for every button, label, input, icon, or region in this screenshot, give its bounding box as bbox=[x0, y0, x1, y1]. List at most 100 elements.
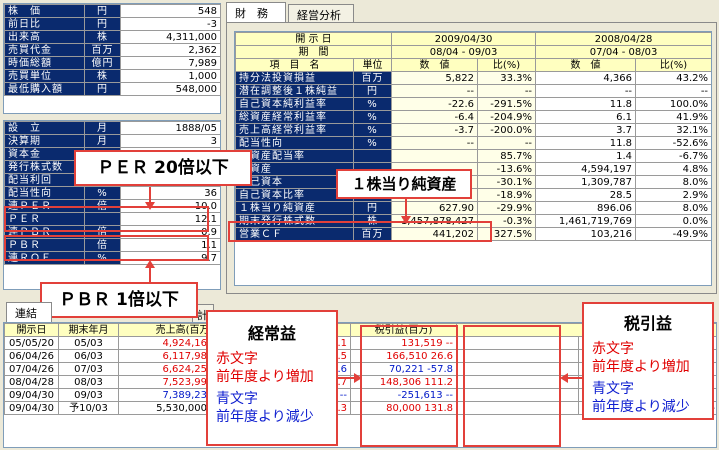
info-unit: % bbox=[84, 186, 121, 200]
finance-header-date: 開 示 日 2009/04/30 2008/04/28 bbox=[235, 32, 711, 46]
quote-row: 出来高株 4,311,000 bbox=[4, 30, 221, 44]
finance-header-period: 期 間 08/04 - 09/03 07/04 - 08/03 bbox=[235, 45, 711, 59]
quote-label: 売買単位 bbox=[4, 69, 85, 83]
quote-value: 548 bbox=[120, 4, 221, 18]
finance-ratio-1: -18.9% bbox=[477, 188, 537, 202]
finance-ratio-2: -- bbox=[635, 84, 711, 98]
finance-label: 純資産配当率 bbox=[235, 149, 354, 163]
quote-row: 最低購入額円 548,000 bbox=[4, 82, 221, 96]
info-value: 36 bbox=[120, 186, 220, 200]
hist-col-date: 開示日 bbox=[4, 323, 59, 337]
finance-row: 潜在調整後１株純益円 -- -- -- -- bbox=[235, 84, 711, 98]
quote-value: 548,000 bbox=[120, 82, 221, 96]
tab-finance[interactable]: 財 務 bbox=[226, 2, 286, 22]
finance-ratio-2: 2.9% bbox=[635, 188, 711, 202]
hist-date: 09/04/30 bbox=[4, 388, 59, 402]
tab-consolidated[interactable]: 連結 bbox=[6, 302, 52, 322]
finance-value-2: 4,594,197 bbox=[535, 162, 637, 176]
finance-row: 総資産 -13.6% 4,594,197 4.8% bbox=[235, 162, 711, 176]
finance-ratio-1: -13.6% bbox=[477, 162, 537, 176]
quote-value: 2,362 bbox=[120, 43, 221, 57]
finance-value-2: 4,366 bbox=[535, 71, 637, 85]
finance-label: 売上高経常利益率 bbox=[235, 123, 354, 137]
info-panel: 設 立月 1888/05 決算期月 3 資本金 発行株式数 配当利回 配当性向% 36 連ＰＥＲ 倍… bbox=[3, 120, 221, 290]
col-unit: 単位 bbox=[352, 58, 393, 72]
col-ratio-2: 比(%) bbox=[635, 58, 711, 72]
hist-sales: 6,117,98 bbox=[118, 349, 211, 363]
hist-date: 07/04/26 bbox=[4, 362, 59, 376]
hist-date: 09/04/30 bbox=[4, 401, 59, 415]
info-row: 決算期月 3 bbox=[4, 134, 220, 148]
quote-label: 売買代金 bbox=[4, 43, 85, 57]
finance-row: 売上高経常利益率% -3.7 -200.0% 3.7 32.1% bbox=[235, 123, 711, 137]
finance-unit: 百万 bbox=[352, 71, 393, 85]
quote-label: 株 価 bbox=[4, 4, 85, 18]
hist-date: 06/04/26 bbox=[4, 349, 59, 363]
quote-unit: 円 bbox=[84, 4, 121, 18]
quote-table: 株 価円 548 前日比円 -3 出来高株 4,311,000 売買代金 百万 2,362 時価総… bbox=[4, 4, 221, 96]
info-unit: 月 bbox=[84, 121, 121, 135]
finance-value-1: -22.6 bbox=[391, 97, 479, 111]
quote-value: 7,989 bbox=[120, 56, 221, 70]
info-label: 設 立 bbox=[4, 121, 85, 135]
finance-row: 持分法投資損益 百万 5,822 33.3% 4,366 43.2% bbox=[235, 71, 711, 85]
net-red-label: 赤文字 bbox=[592, 341, 634, 357]
finance-label: 潜在調整後１株純益 bbox=[235, 84, 354, 98]
finance-row: 自己資本比率%-18.9%28.52.9% bbox=[235, 188, 711, 202]
info-row: 設 立月 1888/05 bbox=[4, 121, 220, 135]
hist-sales: 5,530,000 bbox=[118, 401, 211, 415]
finance-ratio-2: -49.9% bbox=[635, 227, 711, 241]
finance-unit: % bbox=[352, 97, 393, 111]
info-label: 決算期 bbox=[4, 134, 85, 148]
finance-ratio-2: 8.0% bbox=[635, 201, 711, 215]
quote-row: 売買代金 百万 2,362 bbox=[4, 43, 221, 57]
finance-ratio-1: -204.9% bbox=[477, 110, 537, 124]
finance-row: 配当性向% -- -- 11.8 -52.6% bbox=[235, 136, 711, 150]
finance-unit: % bbox=[352, 123, 393, 137]
finance-label: 自己資本純利益率 bbox=[235, 97, 354, 111]
quote-row: 時価総額 億円 7,989 bbox=[4, 56, 221, 70]
quote-label: 前日比 bbox=[4, 17, 85, 31]
per-callout: ＰＥＲ 20倍以下 bbox=[74, 150, 252, 186]
net-highlight bbox=[463, 325, 561, 447]
info-row: 配当性向% 36 bbox=[4, 186, 220, 200]
quote-label: 最低購入額 bbox=[4, 82, 85, 96]
finance-row: 自己資本純利益率% -22.6 -291.5% 11.8 100.0% bbox=[235, 97, 711, 111]
finance-ratio-2: 41.9% bbox=[635, 110, 711, 124]
net-blue-label: 青文字 bbox=[592, 381, 634, 397]
tab-analysis[interactable]: 経営分析 bbox=[288, 4, 354, 22]
info-label: 配当利回 bbox=[4, 173, 85, 187]
hist-sales: 7,389,23 bbox=[118, 388, 211, 402]
ordinary-blue-desc: 前年度より減少 bbox=[216, 409, 314, 425]
finance-panel: 開 示 日 2009/04/30 2008/04/28 期 間 08/04 - 09/0… bbox=[226, 22, 717, 294]
finance-ratio-1: 33.3% bbox=[477, 71, 537, 85]
finance-ratio-2: 32.1% bbox=[635, 123, 711, 137]
finance-value-2: 11.8 bbox=[535, 136, 637, 150]
finance-ratio-1: -291.5% bbox=[477, 97, 537, 111]
header-date-2: 2008/04/28 bbox=[535, 32, 711, 46]
finance-unit bbox=[352, 149, 393, 163]
finance-ratio-1: -29.9% bbox=[477, 201, 537, 215]
col-value-1: 数 値 bbox=[391, 58, 479, 72]
pbr-callout: ＰＢＲ 1倍以下 bbox=[40, 282, 198, 318]
ordinary-blue-label: 青文字 bbox=[216, 391, 258, 407]
per-highlight bbox=[4, 206, 209, 232]
finance-value-1: -6.4 bbox=[391, 110, 479, 124]
info-label: 発行株式数 bbox=[4, 160, 85, 174]
hist-sales: 6,624,25 bbox=[118, 362, 211, 376]
quote-row: 前日比円 -3 bbox=[4, 17, 221, 31]
ordinary-callout-title: 経常益 bbox=[247, 324, 296, 343]
info-label: 資本金 bbox=[4, 147, 85, 161]
header-date-1: 2009/04/30 bbox=[391, 32, 537, 46]
info-unit: 月 bbox=[84, 134, 121, 148]
quote-label: 出来高 bbox=[4, 30, 85, 44]
finance-value-2: 11.8 bbox=[535, 97, 637, 111]
col-value-2: 数 値 bbox=[535, 58, 637, 72]
finance-value-2: 896.06 bbox=[535, 201, 637, 215]
finance-ratio-1: 85.7% bbox=[477, 149, 537, 163]
col-ratio-1: 比(%) bbox=[477, 58, 537, 72]
quote-panel: 株 価円 548 前日比円 -3 出来高株 4,311,000 売買代金 百万 2,362 時価総… bbox=[3, 3, 221, 114]
header-label: 期 間 bbox=[235, 45, 393, 59]
finance-value-2: 1.4 bbox=[535, 149, 637, 163]
finance-value-2: 103,216 bbox=[535, 227, 637, 241]
